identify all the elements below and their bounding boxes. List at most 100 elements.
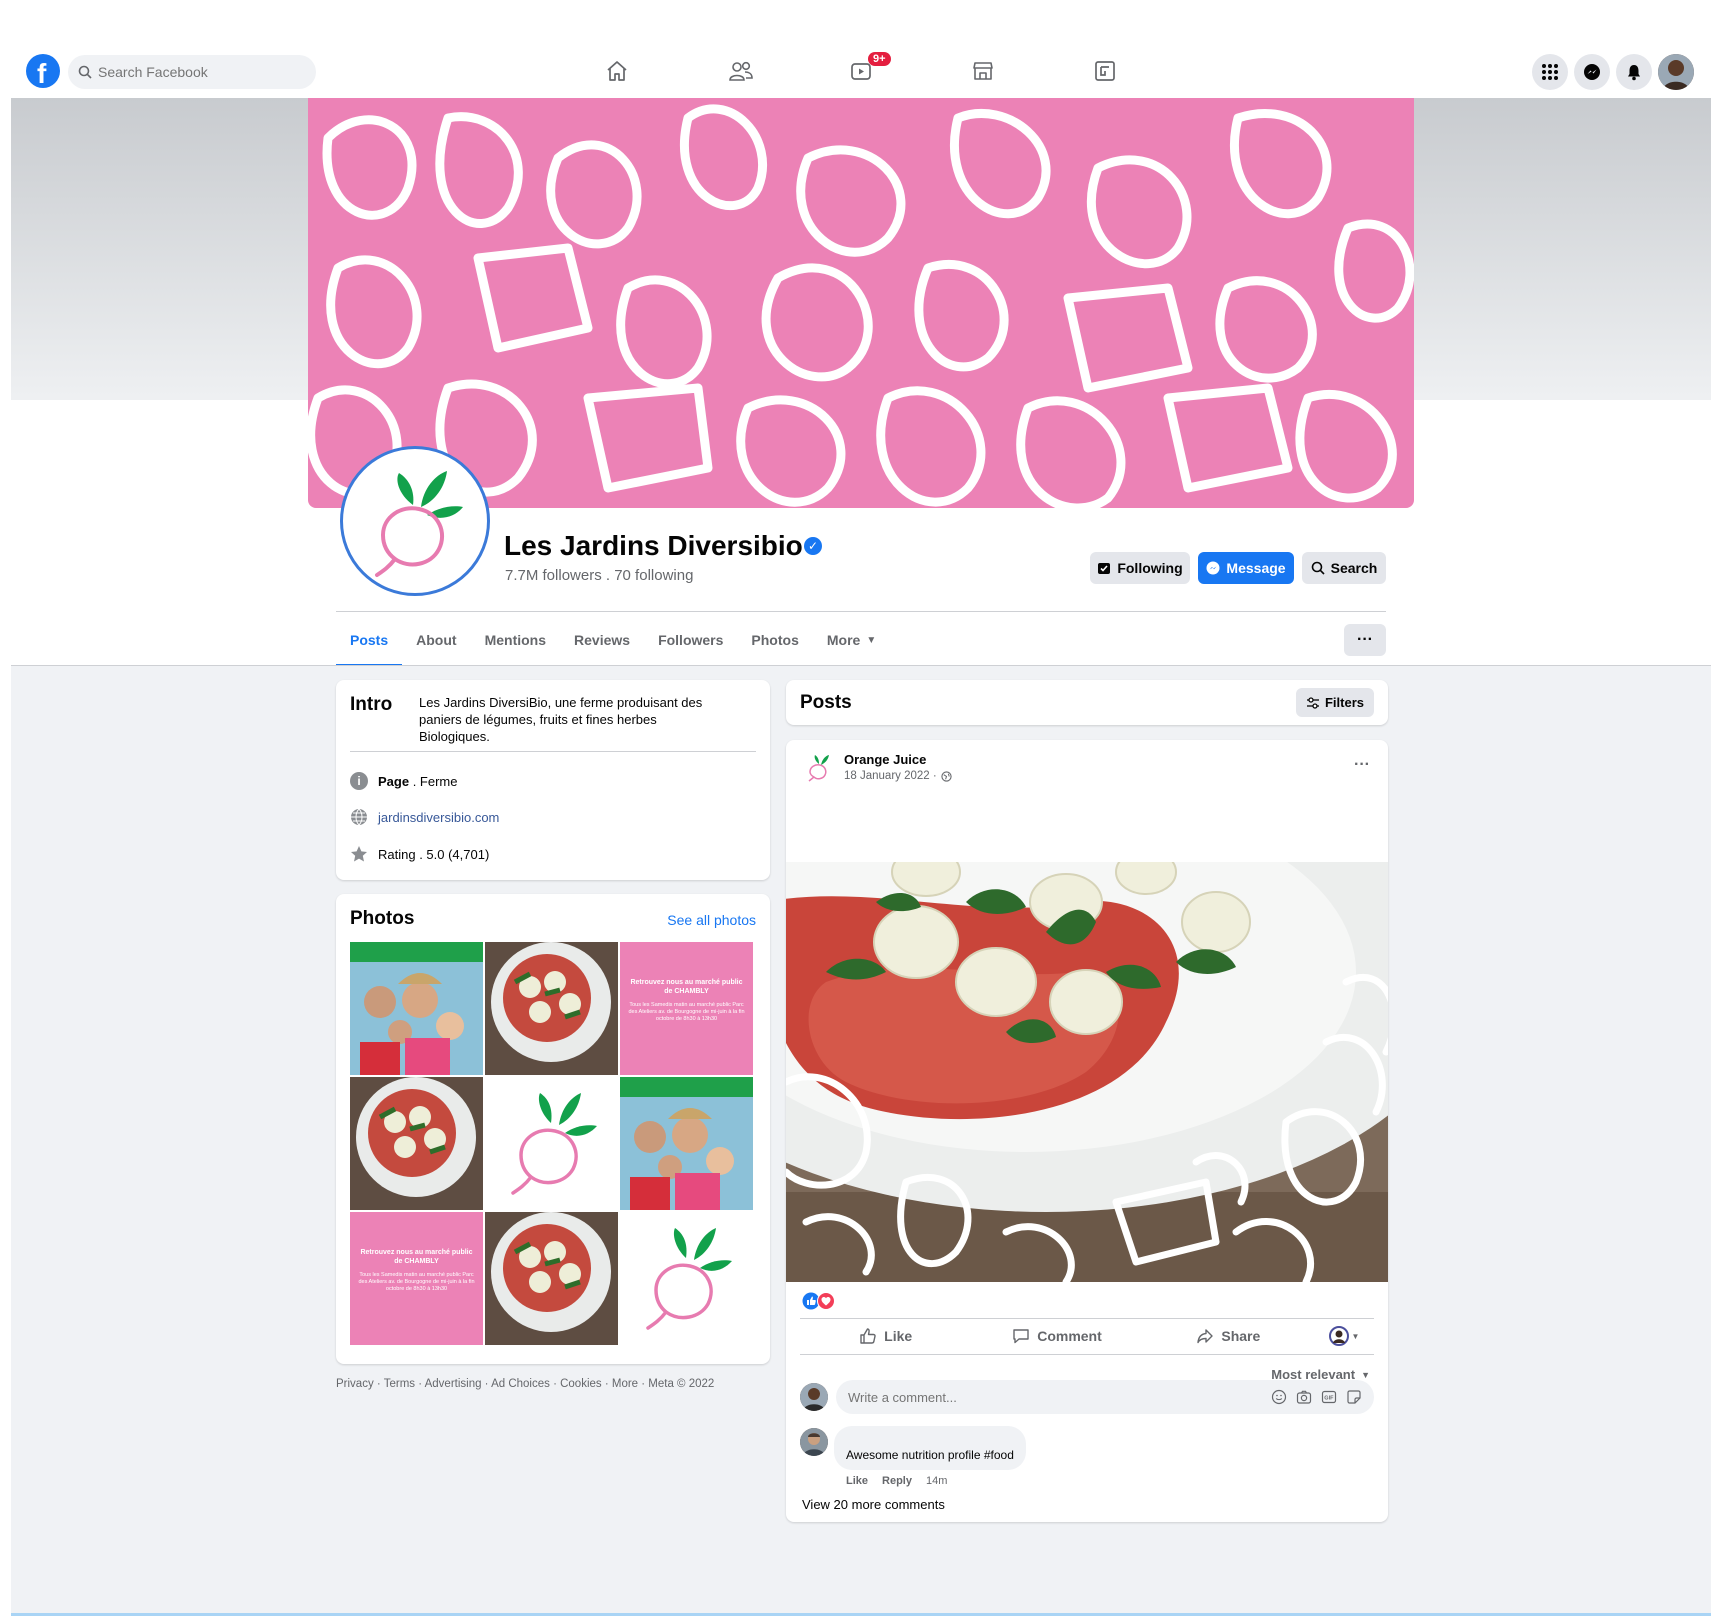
verified-badge-icon: ✓ — [804, 537, 822, 555]
following-button[interactable]: Following — [1090, 552, 1190, 584]
messenger-icon — [1206, 561, 1220, 575]
intro-website: jardinsdiversibio.com — [350, 808, 499, 826]
intro-title: Intro — [350, 694, 393, 715]
share-button[interactable]: Share — [1143, 1327, 1314, 1345]
intro-card: Intro Les Jardins DiversiBio, une ferme … — [336, 680, 770, 880]
user-avatar[interactable] — [1658, 54, 1694, 90]
filters-button[interactable]: Filters — [1296, 688, 1374, 717]
caret-down-icon: ▼ — [1361, 1369, 1370, 1380]
commenter-avatar[interactable] — [800, 1428, 828, 1456]
tab-reviews[interactable]: Reviews — [560, 622, 644, 664]
comment-like-link[interactable]: Like — [846, 1475, 868, 1487]
thumbs-up-icon — [860, 1328, 876, 1344]
gif-icon[interactable]: GIF — [1321, 1389, 1337, 1405]
intro-rating: Rating . 5.0 (4,701) — [350, 845, 489, 863]
more-dots-icon: ··· — [1357, 631, 1373, 648]
current-user-avatar[interactable] — [800, 1383, 828, 1411]
photo-thumbnail-market-poster[interactable]: Retrouvez nous au marché public de CHAMB… — [350, 1212, 483, 1345]
love-reaction-icon — [817, 1292, 835, 1310]
comment-bubble-icon — [1013, 1329, 1029, 1344]
intro-divider — [350, 751, 756, 752]
comment-reply-link[interactable]: Reply — [882, 1475, 912, 1487]
intro-description: Les Jardins DiversiBio, une ferme produi… — [419, 695, 703, 744]
filters-label: Filters — [1324, 695, 1364, 710]
poster-body: Tous les Samedis matin au marché public … — [358, 1272, 475, 1292]
tab-about[interactable]: About — [402, 622, 470, 664]
post-author-name[interactable]: Orange Juice — [844, 752, 926, 767]
page-search-button[interactable]: Search — [1302, 552, 1386, 584]
cover-photo[interactable] — [308, 98, 1414, 508]
menu-grid-icon[interactable] — [1532, 54, 1568, 90]
poster-body: Tous les Samedis matin au marché public … — [628, 1002, 745, 1022]
reaction-as-selector[interactable]: ▼ — [1314, 1326, 1374, 1346]
search-icon — [1311, 561, 1325, 575]
photo-thumbnail-salad[interactable] — [485, 942, 618, 1075]
page-category: . Ferme — [412, 773, 458, 789]
website-link[interactable]: jardinsdiversibio.com — [378, 810, 499, 825]
tab-followers[interactable]: Followers — [644, 622, 737, 664]
comment-button[interactable]: Comment — [971, 1327, 1142, 1345]
post-image[interactable] — [786, 862, 1388, 1282]
page-profile-picture[interactable] — [340, 446, 490, 596]
see-all-photos-link[interactable]: See all photos — [667, 912, 756, 928]
gaming-icon[interactable] — [1090, 56, 1120, 86]
svg-text:GIF: GIF — [1324, 1396, 1334, 1402]
home-icon[interactable] — [602, 56, 632, 86]
info-icon: i — [350, 772, 368, 790]
photo-thumbnail-market-poster[interactable]: Retrouvez nous au marché public de CHAMB… — [620, 942, 753, 1075]
marketplace-icon[interactable] — [968, 56, 998, 86]
following-check-icon — [1098, 563, 1111, 574]
message-button-label: Message — [1226, 560, 1286, 576]
star-icon — [351, 846, 367, 862]
emoji-icon[interactable] — [1271, 1389, 1287, 1405]
photo-thumbnail-logo[interactable] — [485, 1077, 618, 1210]
messenger-icon[interactable] — [1574, 54, 1610, 90]
like-button[interactable]: Like — [800, 1327, 971, 1345]
page-tabs: Posts About Mentions Reviews Followers P… — [336, 622, 890, 667]
follower-count: 7.7M followers . 70 following — [505, 567, 694, 584]
footer-links[interactable]: Privacy · Terms · Advertising · Ad Choic… — [336, 1378, 714, 1390]
caret-down-icon: ▼ — [1351, 1331, 1360, 1341]
comment-tools: GIF — [1271, 1389, 1362, 1405]
view-more-comments-link[interactable]: View 20 more comments — [802, 1497, 945, 1512]
share-label: Share — [1221, 1328, 1261, 1344]
comment-label: Comment — [1037, 1328, 1102, 1344]
photo-thumbnail-family[interactable] — [350, 942, 483, 1075]
sticker-icon[interactable] — [1346, 1389, 1362, 1405]
tab-photos[interactable]: Photos — [737, 622, 812, 664]
more-options-button[interactable]: ··· — [1344, 624, 1386, 656]
search-bar[interactable] — [68, 55, 316, 89]
camera-icon[interactable] — [1296, 1389, 1312, 1405]
post-options-dots-icon[interactable]: ··· — [1354, 756, 1370, 774]
reaction-icons[interactable] — [802, 1292, 835, 1310]
search-button-label: Search — [1330, 560, 1378, 576]
poster-title: Retrouvez nous au marché public de CHAMB… — [360, 1249, 473, 1265]
friends-icon[interactable] — [726, 56, 756, 86]
photo-thumbnail-logo[interactable] — [620, 1212, 753, 1345]
globe-icon — [351, 808, 367, 826]
watch-notification-badge: 9+ — [868, 52, 891, 66]
post-card: Orange Juice 18 January 2022 · ··· Like … — [786, 740, 1388, 1522]
comment-bubble: Awesome nutrition profile #food — [834, 1426, 1026, 1470]
tab-more[interactable]: More ▼ — [813, 622, 890, 664]
posts-title: Posts — [800, 692, 852, 713]
message-button[interactable]: Message — [1198, 552, 1294, 584]
photos-title: Photos — [350, 908, 415, 929]
actions-bottom-divider — [800, 1354, 1374, 1355]
post-author-avatar[interactable] — [802, 750, 838, 786]
facebook-logo-icon[interactable]: f — [26, 54, 60, 89]
photo-thumbnail-salad[interactable] — [350, 1077, 483, 1210]
post-date[interactable]: 18 January 2022 · — [844, 770, 937, 782]
intro-page-category: i Page . Ferme — [350, 772, 458, 790]
bottom-border — [11, 1613, 1711, 1616]
photo-thumbnail-salad[interactable] — [485, 1212, 618, 1345]
comment-composer[interactable]: GIF — [836, 1380, 1374, 1414]
tab-posts[interactable]: Posts — [336, 622, 403, 667]
tab-mentions[interactable]: Mentions — [471, 622, 560, 664]
filters-sliders-icon — [1306, 696, 1319, 709]
comment-input[interactable] — [848, 1389, 1238, 1405]
notifications-bell-icon[interactable] — [1616, 54, 1652, 90]
photo-thumbnail-family[interactable] — [620, 1077, 753, 1210]
search-input[interactable] — [98, 64, 298, 80]
photos-card: Photos See all photos Retrouvez nous au … — [336, 894, 770, 1364]
